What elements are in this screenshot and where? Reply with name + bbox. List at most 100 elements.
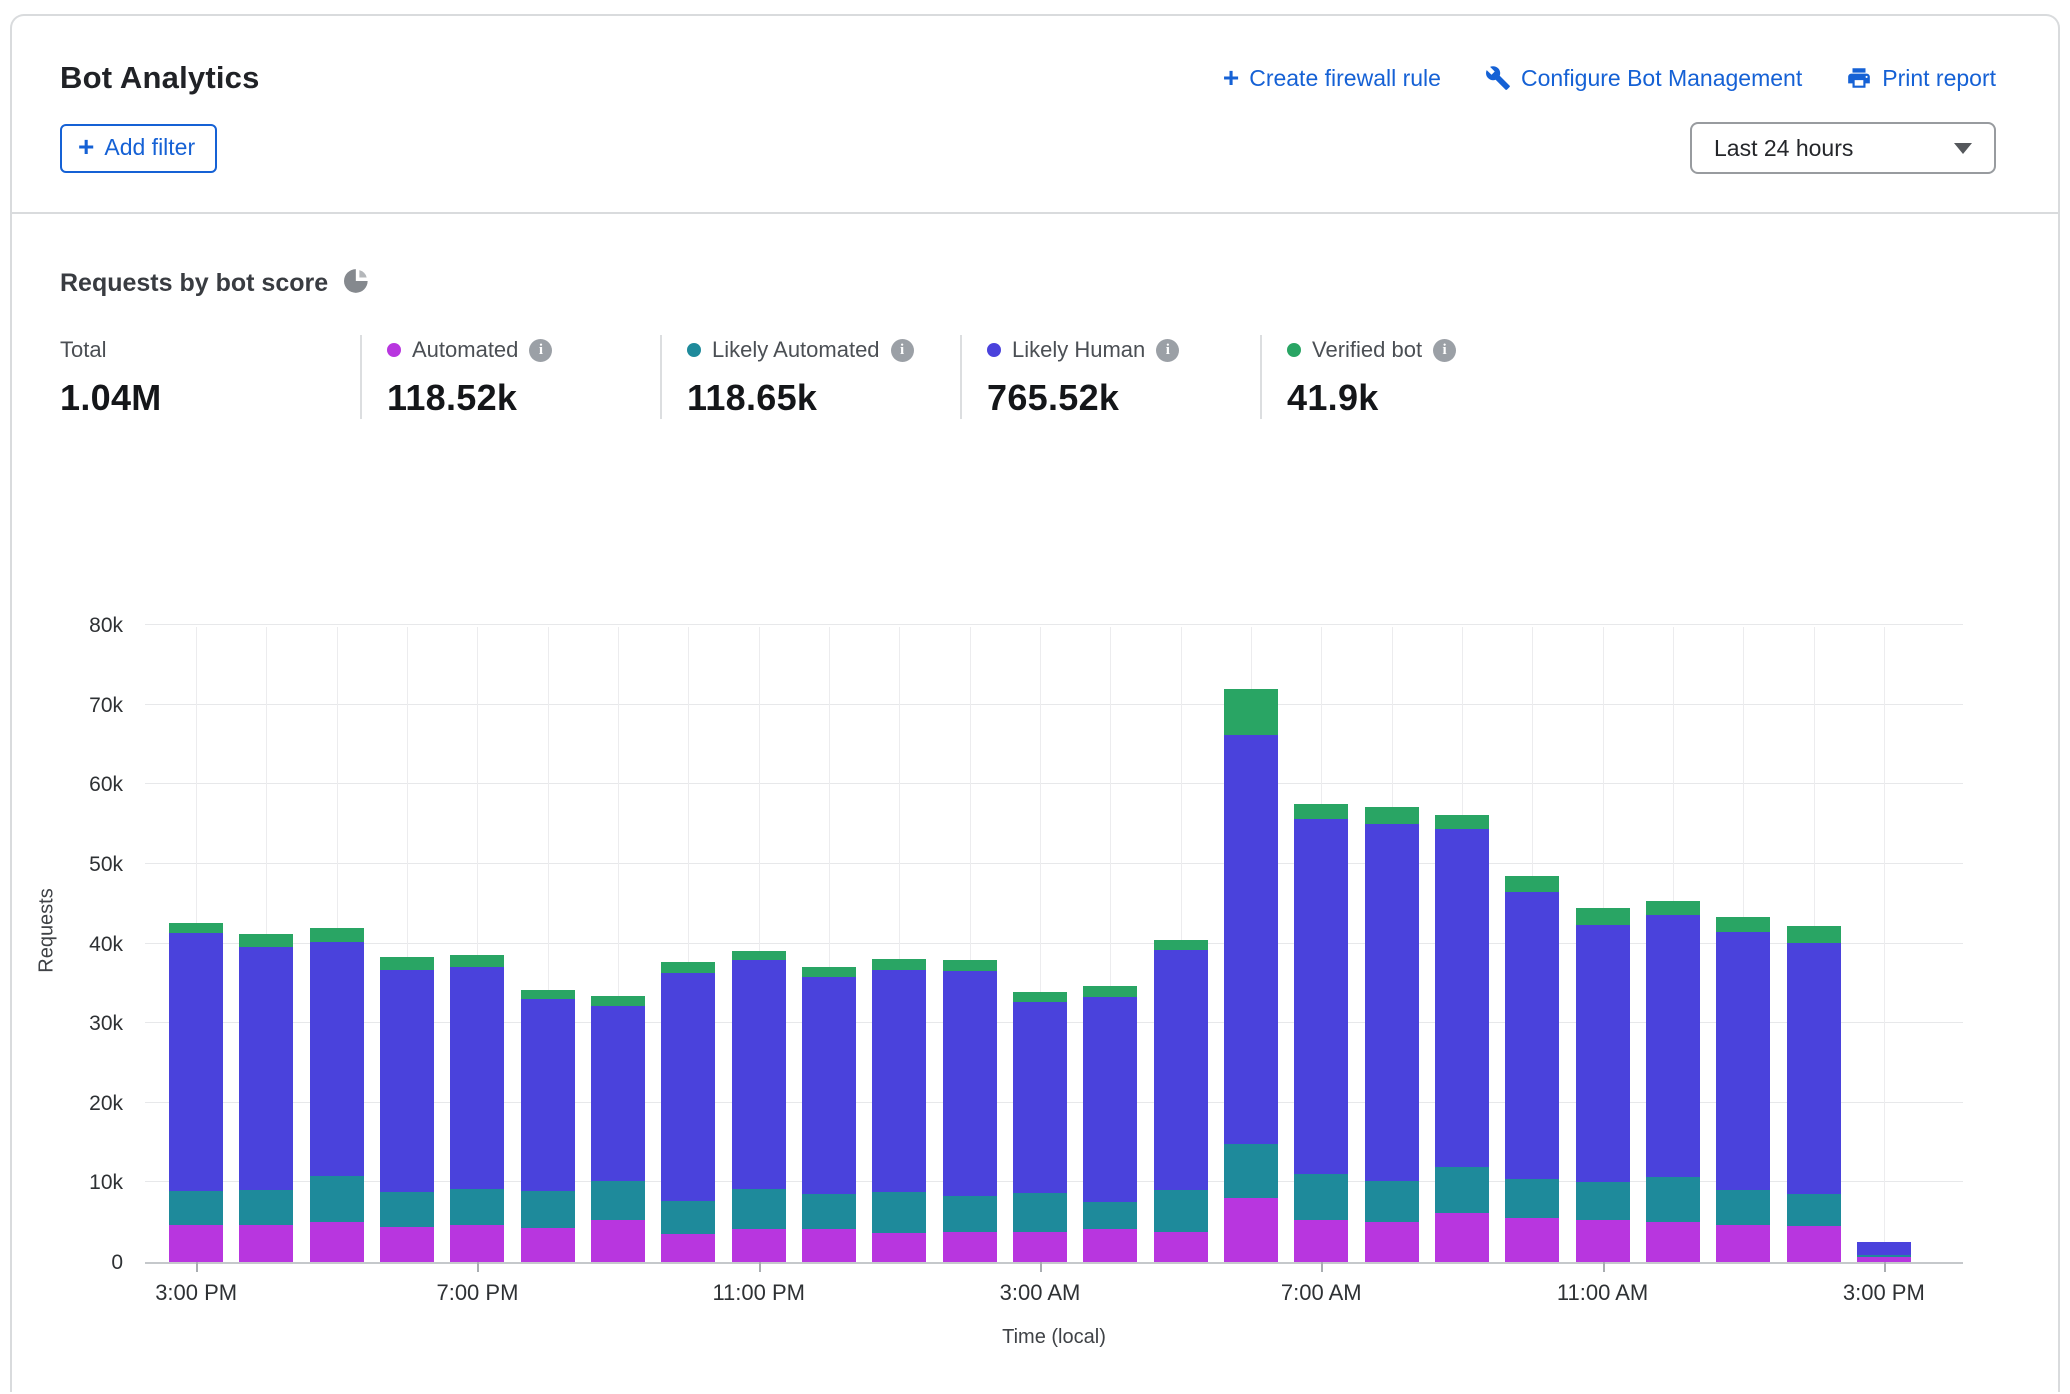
bar-segment-automated[interactable] <box>1716 1225 1770 1262</box>
bar-segment-verified-bot[interactable] <box>1435 815 1489 829</box>
bar-segment-likely-human[interactable] <box>521 999 575 1191</box>
bar-segment-likely-automated[interactable] <box>872 1192 926 1233</box>
add-filter-button[interactable]: + Add filter <box>60 124 217 173</box>
bar-segment-verified-bot[interactable] <box>380 957 434 970</box>
bar-segment-automated[interactable] <box>872 1233 926 1262</box>
bar-group[interactable] <box>1716 917 1770 1262</box>
bar-segment-likely-automated[interactable] <box>1716 1190 1770 1225</box>
bar-segment-automated[interactable] <box>1224 1198 1278 1262</box>
bar-segment-likely-human[interactable] <box>1083 997 1137 1202</box>
bar-segment-likely-human[interactable] <box>1013 1002 1067 1192</box>
bar-segment-likely-automated[interactable] <box>380 1192 434 1227</box>
bar-segment-likely-human[interactable] <box>169 933 223 1191</box>
bar-segment-likely-automated[interactable] <box>1365 1181 1419 1222</box>
bar-segment-verified-bot[interactable] <box>1716 917 1770 931</box>
bar-group[interactable] <box>661 962 715 1262</box>
bar-segment-automated[interactable] <box>521 1228 575 1262</box>
info-icon[interactable]: i <box>891 339 914 362</box>
bar-segment-verified-bot[interactable] <box>661 962 715 973</box>
bar-segment-likely-human[interactable] <box>872 970 926 1192</box>
bar-group[interactable] <box>1787 926 1841 1262</box>
bar-group[interactable] <box>1365 807 1419 1262</box>
bar-segment-verified-bot[interactable] <box>1294 804 1348 819</box>
bar-segment-likely-automated[interactable] <box>521 1191 575 1228</box>
bar-segment-likely-automated[interactable] <box>1576 1182 1630 1219</box>
bar-group[interactable] <box>450 955 504 1262</box>
bar-group[interactable] <box>1294 804 1348 1262</box>
bar-segment-likely-automated[interactable] <box>450 1189 504 1225</box>
bar-segment-likely-human[interactable] <box>1716 932 1770 1191</box>
bar-segment-likely-human[interactable] <box>450 967 504 1189</box>
bar-segment-automated[interactable] <box>169 1225 223 1262</box>
bar-segment-likely-human[interactable] <box>1365 824 1419 1181</box>
bar-group[interactable] <box>1224 689 1278 1262</box>
bar-segment-automated[interactable] <box>1365 1222 1419 1262</box>
bar-segment-likely-human[interactable] <box>310 942 364 1176</box>
bar-segment-likely-automated[interactable] <box>802 1194 856 1230</box>
bar-segment-verified-bot[interactable] <box>1505 876 1559 892</box>
bar-group[interactable] <box>732 951 786 1262</box>
bar-segment-likely-automated[interactable] <box>310 1176 364 1222</box>
bar-segment-automated[interactable] <box>450 1225 504 1262</box>
bar-segment-automated[interactable] <box>1013 1232 1067 1262</box>
bar-group[interactable] <box>1646 901 1700 1262</box>
bar-segment-likely-automated[interactable] <box>1224 1144 1278 1197</box>
bar-segment-automated[interactable] <box>661 1234 715 1262</box>
bar-segment-verified-bot[interactable] <box>169 923 223 933</box>
bar-group[interactable] <box>1154 940 1208 1262</box>
bar-segment-verified-bot[interactable] <box>1224 689 1278 735</box>
bar-group[interactable] <box>239 934 293 1262</box>
bar-segment-automated[interactable] <box>310 1222 364 1262</box>
bar-segment-likely-human[interactable] <box>661 973 715 1201</box>
bar-segment-automated[interactable] <box>1505 1218 1559 1262</box>
bar-segment-likely-automated[interactable] <box>1505 1179 1559 1218</box>
bar-segment-automated[interactable] <box>1154 1232 1208 1262</box>
bar-segment-likely-human[interactable] <box>239 947 293 1191</box>
bar-segment-verified-bot[interactable] <box>239 934 293 947</box>
bar-segment-likely-human[interactable] <box>732 960 786 1189</box>
bar-segment-likely-automated[interactable] <box>1013 1193 1067 1232</box>
bar-segment-automated[interactable] <box>1294 1220 1348 1262</box>
time-range-select[interactable]: Last 24 hours <box>1690 122 1996 174</box>
bar-segment-verified-bot[interactable] <box>1083 986 1137 997</box>
bar-group[interactable] <box>1505 876 1559 1262</box>
bar-group[interactable] <box>1013 992 1067 1262</box>
bar-segment-likely-automated[interactable] <box>1083 1202 1137 1230</box>
bar-segment-automated[interactable] <box>1083 1229 1137 1262</box>
bar-segment-likely-human[interactable] <box>802 977 856 1194</box>
bar-segment-verified-bot[interactable] <box>1154 940 1208 950</box>
bar-segment-likely-automated[interactable] <box>591 1181 645 1220</box>
bar-group[interactable] <box>943 960 997 1262</box>
bar-segment-likely-automated[interactable] <box>661 1201 715 1234</box>
bar-segment-verified-bot[interactable] <box>802 967 856 977</box>
bar-segment-likely-automated[interactable] <box>1646 1177 1700 1222</box>
info-icon[interactable]: i <box>1156 339 1179 362</box>
bar-segment-likely-human[interactable] <box>1294 819 1348 1174</box>
bar-group[interactable] <box>380 957 434 1262</box>
bar-segment-likely-automated[interactable] <box>1435 1167 1489 1213</box>
bar-group[interactable] <box>169 923 223 1262</box>
bar-segment-verified-bot[interactable] <box>1787 926 1841 943</box>
bar-segment-likely-automated[interactable] <box>1787 1194 1841 1226</box>
bar-segment-verified-bot[interactable] <box>872 959 926 969</box>
bar-segment-likely-human[interactable] <box>1435 829 1489 1167</box>
bar-segment-automated[interactable] <box>1787 1226 1841 1262</box>
bar-segment-verified-bot[interactable] <box>1646 901 1700 915</box>
bar-segment-likely-human[interactable] <box>1154 950 1208 1190</box>
bar-segment-likely-human[interactable] <box>380 970 434 1192</box>
bar-segment-verified-bot[interactable] <box>943 960 997 971</box>
bar-segment-likely-automated[interactable] <box>169 1191 223 1225</box>
bar-segment-verified-bot[interactable] <box>591 996 645 1006</box>
bar-group[interactable] <box>1435 815 1489 1262</box>
bar-segment-verified-bot[interactable] <box>1365 807 1419 824</box>
bar-segment-verified-bot[interactable] <box>310 928 364 942</box>
bar-segment-likely-human[interactable] <box>943 971 997 1196</box>
bar-segment-automated[interactable] <box>732 1229 786 1262</box>
bar-segment-likely-human[interactable] <box>1576 925 1630 1182</box>
create-firewall-rule-link[interactable]: + Create firewall rule <box>1223 65 1441 92</box>
bar-segment-likely-human[interactable] <box>591 1006 645 1180</box>
bar-segment-likely-human[interactable] <box>1646 915 1700 1177</box>
bar-segment-automated[interactable] <box>239 1225 293 1262</box>
print-report-link[interactable]: Print report <box>1846 65 1996 92</box>
bar-group[interactable] <box>310 928 364 1262</box>
